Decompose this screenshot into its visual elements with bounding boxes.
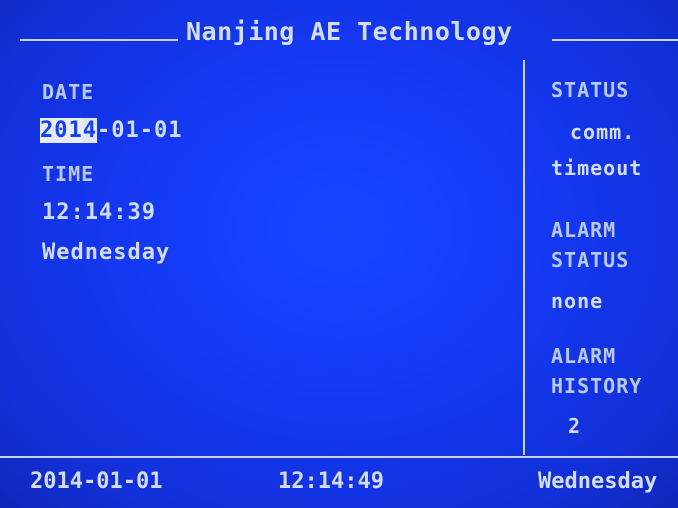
status-label: STATUS: [551, 78, 630, 102]
alarm-history-label-line2: HISTORY: [551, 374, 643, 398]
time-field[interactable]: 12:14:39: [42, 200, 156, 225]
date-label: DATE: [42, 80, 95, 104]
title-rule-left: [20, 39, 178, 41]
status-value-line2: timeout: [551, 156, 643, 180]
date-year-selected[interactable]: 201: [40, 118, 83, 143]
device-title: Nanjing AE Technology: [186, 17, 513, 46]
date-field[interactable]: 2014-01-01: [40, 118, 182, 143]
lcd-screen: Nanjing AE Technology DATE 2014-01-01 TI…: [0, 0, 678, 508]
time-label: TIME: [42, 162, 95, 186]
date-month-day[interactable]: -01-01: [97, 118, 182, 143]
status-bar-time: 12:14:49: [278, 469, 384, 494]
alarm-history-value[interactable]: 2: [568, 414, 581, 438]
title-rule-right: [552, 39, 678, 41]
status-value-line1: comm.: [570, 120, 636, 144]
panel-divider: [523, 60, 525, 455]
status-bar-divider: [0, 456, 678, 458]
date-year-cursor[interactable]: 4: [82, 118, 97, 143]
weekday-field[interactable]: Wednesday: [42, 240, 170, 265]
status-bar-weekday: Wednesday: [538, 469, 658, 494]
alarm-status-label-line1: ALARM: [551, 218, 617, 242]
status-bar-date: 2014-01-01: [30, 469, 163, 494]
alarm-status-value: none: [551, 289, 604, 313]
alarm-history-label-line1: ALARM: [551, 344, 617, 368]
alarm-status-label-line2: STATUS: [551, 248, 630, 272]
